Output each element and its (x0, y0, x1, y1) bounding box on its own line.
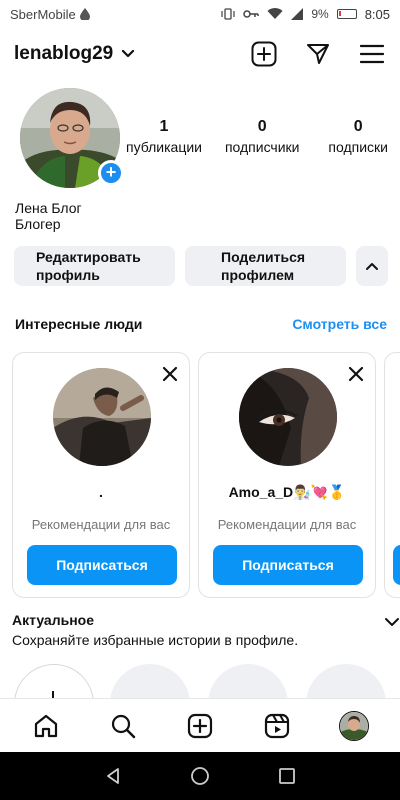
follow-button[interactable]: Подписаться (27, 545, 177, 585)
direct-message-icon (307, 44, 329, 64)
suggestion-avatar[interactable] (53, 368, 151, 466)
reels-icon (264, 713, 289, 738)
suggestion-card: . Рекомендации для вас Подписаться (12, 352, 190, 598)
suggestion-reason: Рекомендации для вас (217, 517, 357, 532)
drop-icon (79, 8, 90, 20)
system-recents-button[interactable] (275, 764, 299, 788)
highlights-section: Актуальное Сохраняйте избранные истории … (12, 612, 400, 648)
recents-square-icon (278, 768, 295, 784)
followers-count[interactable]: 0 подписчики (225, 116, 300, 156)
suggestion-name[interactable]: Amo_a_D👨‍🔬💘🥇 (199, 484, 375, 501)
nav-profile[interactable] (334, 706, 374, 746)
system-navigation-bar (0, 752, 400, 800)
chevron-up-icon (366, 263, 378, 270)
suggestion-avatar[interactable] (239, 368, 337, 466)
bottom-navigation (0, 698, 400, 752)
account-switcher[interactable]: lenablog29 (14, 43, 135, 65)
chevron-down-icon (122, 49, 135, 58)
highlight-placeholder (110, 664, 190, 700)
close-icon[interactable] (347, 365, 365, 383)
add-post-button[interactable] (250, 40, 278, 68)
follow-button[interactable]: Подписаться (213, 545, 363, 585)
nav-home[interactable] (26, 706, 66, 746)
username: lenablog29 (14, 43, 114, 64)
highlights-subtitle: Сохраняйте избранные истории в профиле. (12, 632, 299, 648)
see-all-link[interactable]: Смотреть все (292, 316, 387, 332)
key-icon (243, 10, 260, 18)
nav-create[interactable] (180, 706, 220, 746)
screen: SberMobile 9% 8:05 lenablog29 + 1 публик… (0, 0, 400, 800)
suggestion-name[interactable]: . (13, 484, 189, 500)
signal-icon (291, 8, 304, 20)
battery-percent: 9% (311, 7, 329, 21)
nav-reels[interactable] (257, 706, 297, 746)
profile-stats: 1 публикации 0 подписчики 0 подписки (126, 116, 388, 156)
create-icon (187, 713, 213, 738)
add-story-button[interactable]: + (98, 160, 124, 186)
discover-people-toggle[interactable] (356, 246, 388, 286)
suggestions-header: Интересные люди Смотреть все (15, 316, 387, 332)
suggestion-card-partial (384, 352, 400, 598)
suggestion-cards: . Рекомендации для вас Подписаться Amo_a… (12, 352, 400, 598)
system-back-button[interactable] (101, 764, 125, 788)
suggestion-card: Amo_a_D👨‍🔬💘🥇 Рекомендации для вас Подпис… (198, 352, 376, 598)
menu-icon (360, 44, 384, 64)
highlight-placeholder (306, 664, 386, 700)
wifi-icon (267, 8, 283, 19)
display-name: Лена Блог (15, 200, 82, 216)
share-profile-button[interactable]: Поделиться профилем (185, 246, 346, 286)
nav-search[interactable] (103, 706, 143, 746)
profile-category: Блогер (15, 216, 61, 232)
suggestion-reason: Рекомендации для вас (31, 517, 171, 532)
add-post-icon (251, 41, 277, 67)
carrier-name: SberMobile (10, 6, 76, 22)
status-bar: SberMobile 9% 8:05 (0, 0, 400, 28)
home-icon (35, 714, 58, 737)
close-icon[interactable] (161, 365, 179, 383)
search-icon (112, 714, 136, 738)
new-highlight-button[interactable] (14, 664, 94, 700)
system-home-button[interactable] (188, 764, 212, 788)
highlights-tray (12, 660, 400, 700)
clock: 8:05 (364, 6, 390, 22)
profile-avatar-small (338, 710, 369, 741)
profile-bio: Лена Блог Блогер (15, 200, 82, 232)
back-triangle-icon (107, 768, 120, 784)
profile-section: + 1 публикации 0 подписчики 0 подписки (0, 86, 400, 196)
suggestions-title: Интересные люди (15, 316, 143, 332)
profile-actions: Редактировать профиль Поделиться профиле… (14, 246, 388, 286)
edit-profile-button[interactable]: Редактировать профиль (14, 246, 175, 286)
posts-count[interactable]: 1 публикации (126, 116, 202, 156)
vibrate-icon (221, 8, 235, 20)
direct-message-button[interactable] (304, 40, 332, 68)
home-circle-icon (191, 767, 209, 785)
chevron-down-icon[interactable] (384, 614, 400, 630)
following-count[interactable]: 0 подписки (328, 116, 388, 156)
battery-icon (336, 9, 357, 19)
menu-button[interactable] (358, 40, 386, 68)
highlights-title: Актуальное (12, 612, 95, 628)
highlight-placeholder (208, 664, 288, 700)
follow-button-partial[interactable] (393, 545, 400, 585)
profile-header: lenablog29 (0, 32, 400, 76)
